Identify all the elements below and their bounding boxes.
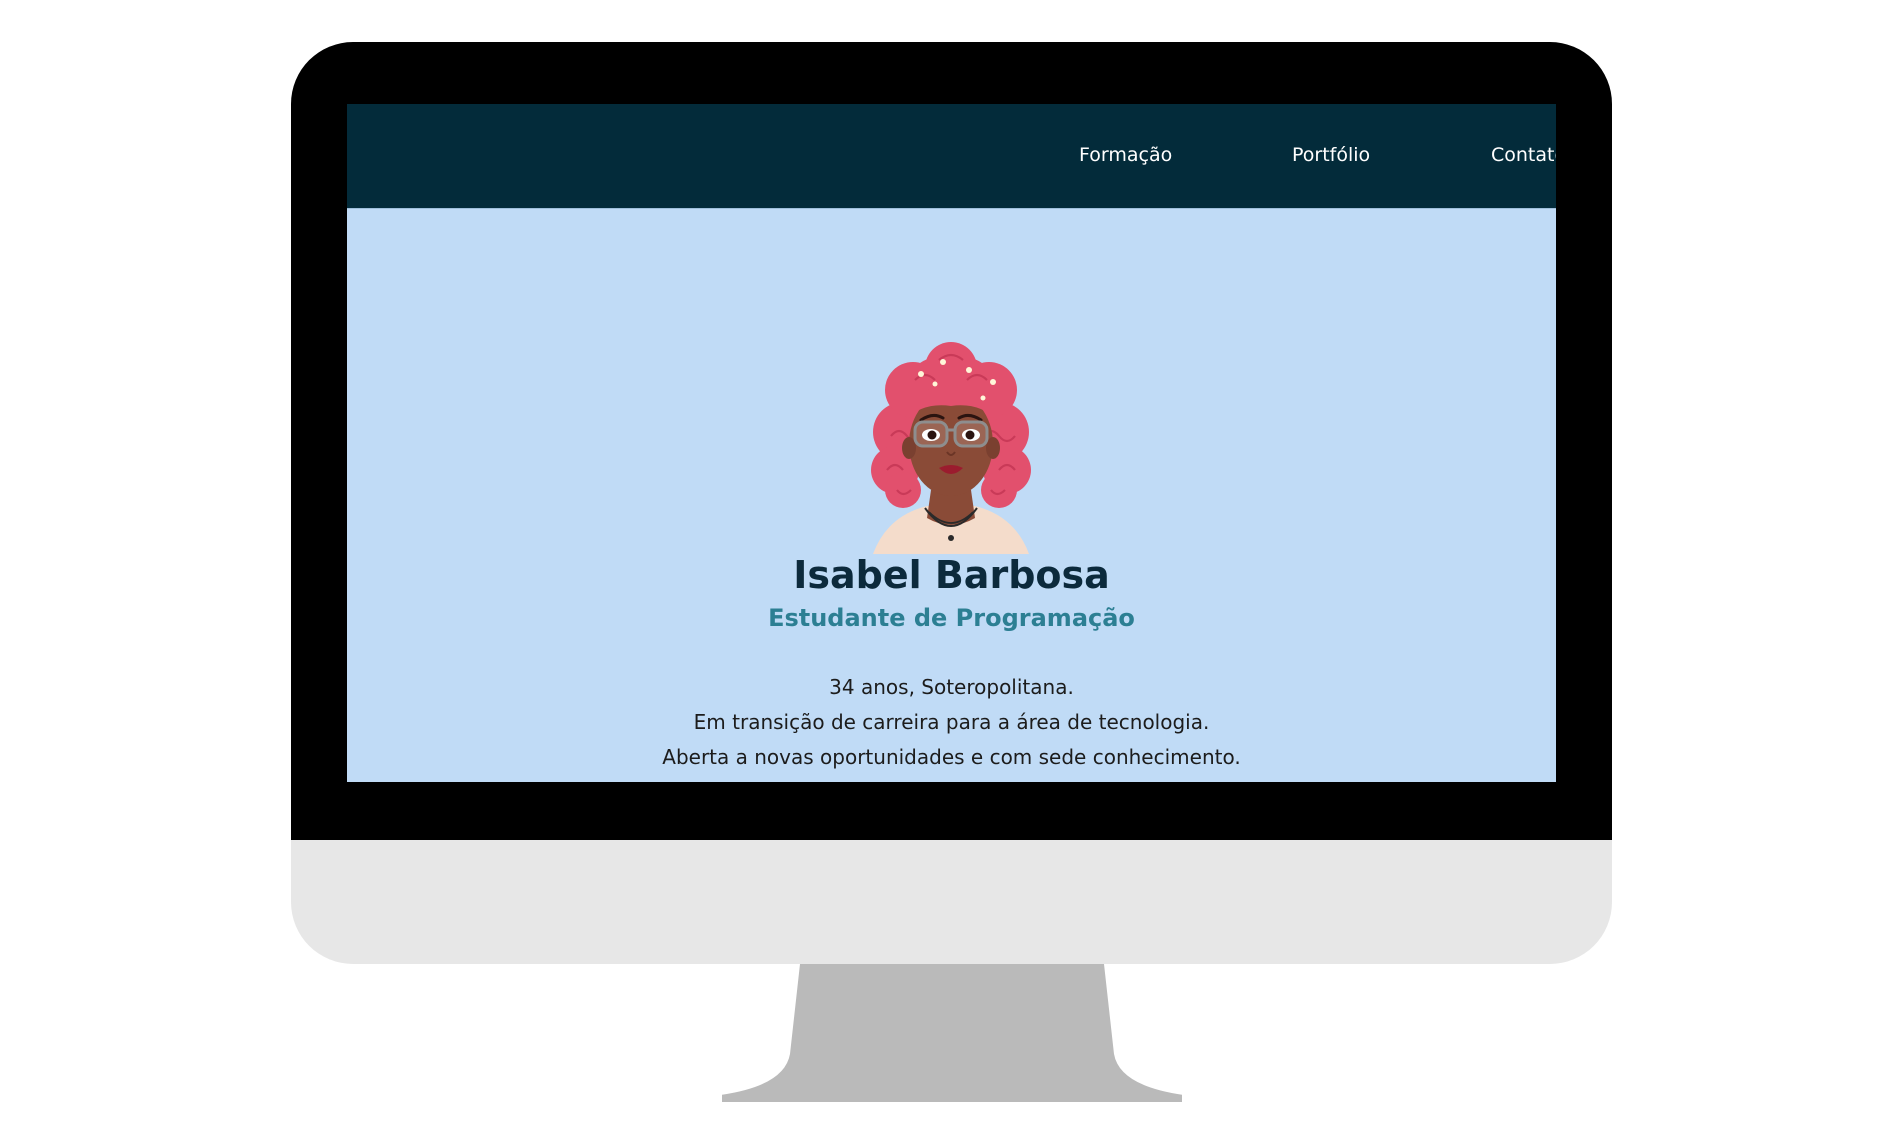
bio-line: Em transição de carreira para a área de … xyxy=(693,710,1210,734)
navbar: Formação Portfólio Contato xyxy=(347,104,1556,209)
bio-line: Aberta a novas oportunidades e com sede … xyxy=(662,745,1241,769)
profile-name: Isabel Barbosa xyxy=(793,553,1110,597)
avatar xyxy=(871,342,1031,554)
monitor-stand xyxy=(722,964,1182,1102)
profile-role: Estudante de Programação xyxy=(768,604,1135,632)
nav-link-portfolio[interactable]: Portfólio xyxy=(1292,144,1370,166)
bio-line: 34 anos, Soteropolitana. xyxy=(829,675,1074,699)
website-screen: Formação Portfólio Contato xyxy=(347,104,1556,782)
profile-bio: 34 anos, Soteropolitana. Em transição de… xyxy=(347,670,1556,775)
monitor-chin xyxy=(291,840,1612,964)
nav-link-formacao[interactable]: Formação xyxy=(1079,144,1172,166)
monitor-mockup: Formação Portfólio Contato xyxy=(0,0,1895,1139)
nav-link-contato[interactable]: Contato xyxy=(1491,144,1556,166)
